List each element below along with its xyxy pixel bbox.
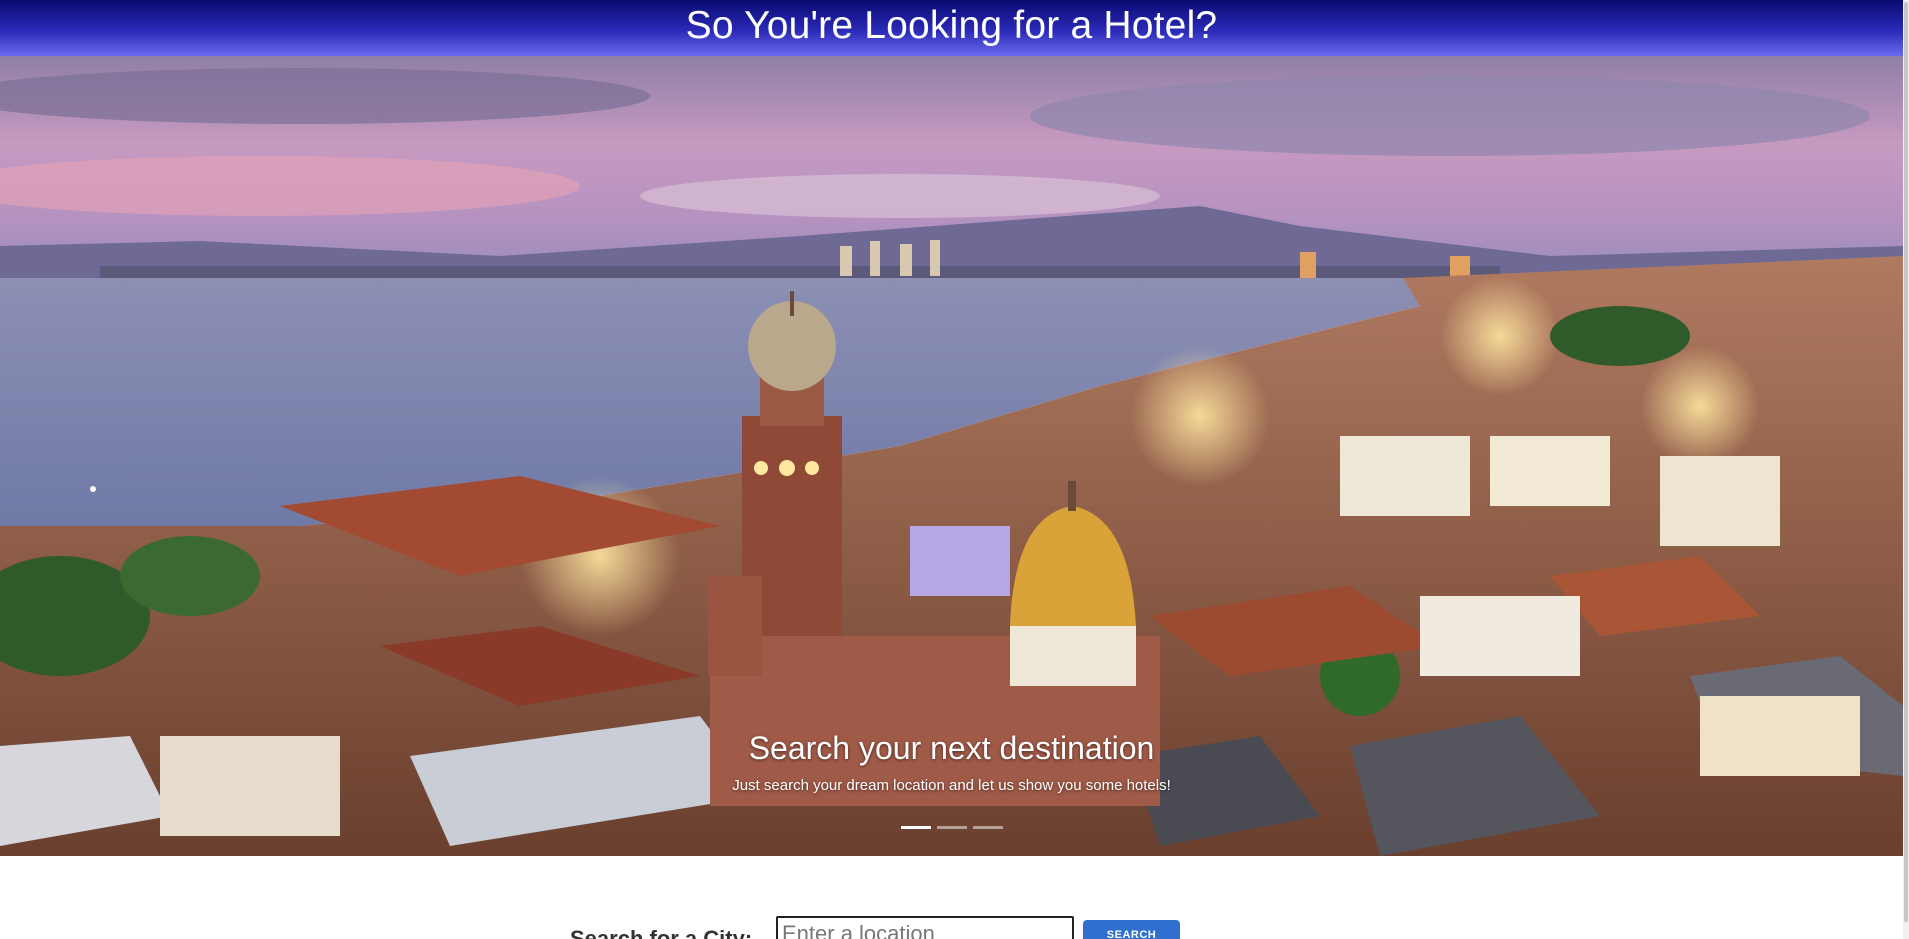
caption-text: Just search your dream location and let … [732,777,1171,794]
carousel-indicator-2[interactable] [936,826,967,829]
carousel-indicators [0,826,1903,829]
search-section: Search for a City: SEARCH [0,916,1903,939]
carousel-indicator-3[interactable] [972,826,1003,829]
caption-title: Search your next destination [748,730,1155,766]
carousel-indicator-1[interactable] [900,826,931,829]
page-title: So You're Looking for a Hotel? [685,4,1218,47]
hero-carousel[interactable]: Search your next destination Just search… [0,56,1903,856]
vertical-scrollbar[interactable] [1903,0,1909,939]
site-header: So You're Looking for a Hotel? [0,0,1903,56]
page: So You're Looking for a Hotel? Search yo… [0,0,1909,939]
search-input[interactable] [776,916,1074,939]
scrollbar-thumb[interactable] [1904,2,1908,922]
search-button[interactable]: SEARCH [1083,920,1180,939]
carousel-caption: Search your next destination Just search… [0,728,1903,796]
search-label: Search for a City: [570,926,753,939]
